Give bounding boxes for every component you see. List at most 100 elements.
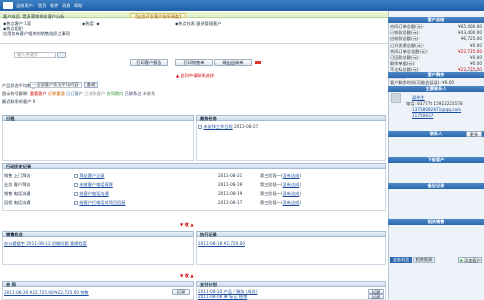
note-icon (74, 174, 78, 178)
legend-item: 未联系 (142, 91, 156, 96)
activity-stage-end: ) (299, 173, 301, 178)
contact-phone: 电话: 83777t 15922223578 (406, 101, 463, 106)
pending-header: 客户剩余 (388, 72, 484, 78)
nav-inbox[interactable]: 收件 (50, 3, 58, 8)
activity-stage-cell: 第三阶段一(没有达成) (260, 200, 301, 205)
filter-go-button[interactable]: 查询 (84, 82, 98, 88)
avatar (391, 93, 401, 103)
activity-content[interactable]: 拜访客户记录 (79, 173, 104, 178)
top-bar: 当前用户: 首页 收件 消息 帮助 (0, 0, 484, 11)
legend-row: 图示符号解释: 重要客户 近期重要 已订客户 已消失客户 合同期内 已联系过 未… (2, 91, 382, 96)
payment-record-button[interactable]: 记录 (368, 294, 384, 299)
legend-item: 重要客户 (29, 91, 47, 96)
current-user-label: 当前用户: (16, 3, 35, 8)
legend-item: 已消失客户 (84, 91, 106, 96)
activity-content-cell: 未按客户电话再拜 (74, 182, 113, 187)
activity-type: 业务 客户拜访 (4, 182, 31, 187)
legend-item: 已订客户 (66, 91, 83, 96)
add-customer-label: 添加客户 (464, 258, 481, 263)
export-button[interactable]: 输出出纳单 (214, 59, 252, 66)
pending-value: ¥0.00 (442, 80, 455, 85)
activity-date: 2011-08-19 (218, 191, 243, 196)
activity-date: 2011-08-21 (218, 173, 243, 178)
info-line-3: 应用仅有客户相关的销售组织之事项 (3, 31, 71, 36)
activity-status[interactable]: 没有达成 (283, 182, 300, 187)
plus-icon: ✚ (459, 258, 463, 263)
activity-type: 销售 上门拜访 (4, 173, 31, 178)
contact-email[interactable]: 13758082871@qq.com (412, 107, 461, 112)
note-icon (74, 201, 78, 205)
activity-stage: 第三阶段一( (260, 200, 283, 205)
execution-row[interactable]: 2011-08-18 ¥2,720.00 (198, 241, 245, 246)
legend-item: 近期重要 (48, 91, 65, 96)
contract-record-button[interactable]: 记录 (172, 289, 190, 295)
pending-row: 客户剩余时间(可能会延误): ¥0.00 (390, 80, 454, 85)
legend-item: 合同期内 (106, 91, 124, 96)
note-icon (74, 192, 78, 196)
activity-content[interactable]: 未按客户电话再拜 (79, 182, 113, 187)
legend-label: 图示符号解释: (2, 91, 29, 96)
activity-date: 2011-08-19 (218, 182, 243, 187)
schedule-panel-body (2, 121, 194, 161)
relations-more-button[interactable]: 更多 (466, 131, 482, 137)
payment-row[interactable]: 2011-08-08 单 标记 结束 (198, 294, 247, 299)
collapse-toggle[interactable]: ▼ 收 ▲ (180, 222, 194, 227)
activity-stage: 第三阶段一( (260, 173, 283, 178)
activity-type: 回程 电话沟通 (4, 200, 31, 205)
current-customer-label: 最近联系的客户 0 (2, 99, 36, 104)
search-button[interactable] (57, 52, 66, 58)
filter-label: 产品状态平均数: (2, 83, 33, 88)
new-badge (255, 61, 261, 64)
activity-status[interactable]: 没有达成 (283, 173, 300, 178)
related-sales-header: 相关销售 (388, 219, 484, 225)
task-icon (198, 125, 202, 129)
nav-help[interactable]: 帮助 (74, 3, 82, 8)
filter-select[interactable]: ---全部客户状况平均内容--- (30, 82, 82, 91)
activity-stage: 第三阶段一( (260, 191, 283, 196)
tab-reports[interactable]: 相关报表 (413, 257, 435, 263)
tab-opportunity[interactable]: 业务机会 (390, 257, 412, 263)
activity-status[interactable]: 没有达成 (283, 191, 300, 196)
activities-panel-body (2, 169, 386, 211)
print-sales-button[interactable]: 打印销售单 (175, 59, 213, 66)
contact-header: 主要联系人 (388, 86, 484, 92)
add-customer-button[interactable]: ✚ 添加客户 (458, 257, 482, 263)
activity-stage-cell: 第三阶段一(没有达成) (260, 182, 301, 187)
app-logo (3, 2, 13, 9)
nav-messages[interactable]: 消息 (62, 3, 70, 8)
summary-header: 客户总结 (388, 17, 484, 23)
activity-content-cell: 拜访客户记录 (74, 173, 104, 178)
activity-content-cell: 给客户电话沟通 (74, 191, 109, 196)
info-line-1b: ◆热度: ◆ (82, 21, 100, 26)
activity-stage-cell: 第三阶段一(没有达成) (260, 191, 301, 196)
survey-tag[interactable]: 【业务开发客户排序调查】 (130, 13, 186, 19)
print-report-button[interactable]: 打印客户报告 (130, 59, 168, 66)
activity-content[interactable]: 给客户打电话对项目回复 (79, 200, 125, 205)
memo-header: 备忘记录 (388, 183, 484, 189)
task-row: 未安排工作日程 2011-08-27 (198, 124, 258, 129)
activity-status[interactable]: 没有达成 (283, 200, 300, 205)
legend-item: 已联系过 (124, 91, 142, 96)
activity-stage: 第三阶段一( (260, 182, 283, 187)
opportunity-row[interactable]: 办公楼楼宇 2011-08-12 初期问题 意愿程度 (4, 241, 87, 246)
task-link[interactable]: 未安排工作日程 (203, 124, 232, 129)
task-date: 2011-08-27 (234, 124, 259, 129)
activity-stage-cell: 第三阶段一(没有达成) (260, 173, 301, 178)
contact-name[interactable]: 梁先生 (412, 95, 425, 100)
search-input[interactable]: 输入关键字 (14, 52, 56, 58)
pending-label: 客户剩余时间(可能会延误): (390, 80, 441, 85)
note-icon (74, 183, 78, 187)
activity-stage-end: ) (299, 200, 301, 205)
collapse-toggle[interactable]: ▼ 收 ▲ (180, 273, 194, 278)
info-line-1c: ◆热点仪表 跟进管理客户 (175, 21, 222, 26)
activity-type: 销售 电话沟通 (4, 191, 31, 196)
contract-row[interactable]: 2011-08-20 ¥22,725.00/¥22,725.00 销售 (4, 290, 89, 295)
activity-content[interactable]: 给客户电话沟通 (79, 191, 108, 196)
activity-content-cell: 给客户打电话对项目回复 (74, 200, 125, 205)
nav-home[interactable]: 首页 (38, 3, 46, 8)
customer-title: 客户成员: 是多营销排名客户分析 (3, 14, 65, 19)
activity-stage-end: ) (299, 182, 301, 187)
contact-qq[interactable]: 11750637 (412, 113, 433, 118)
notice-text: ▲ 此列中请联系选择 (176, 73, 215, 78)
activity-date: 2011-08-17 (218, 200, 243, 205)
